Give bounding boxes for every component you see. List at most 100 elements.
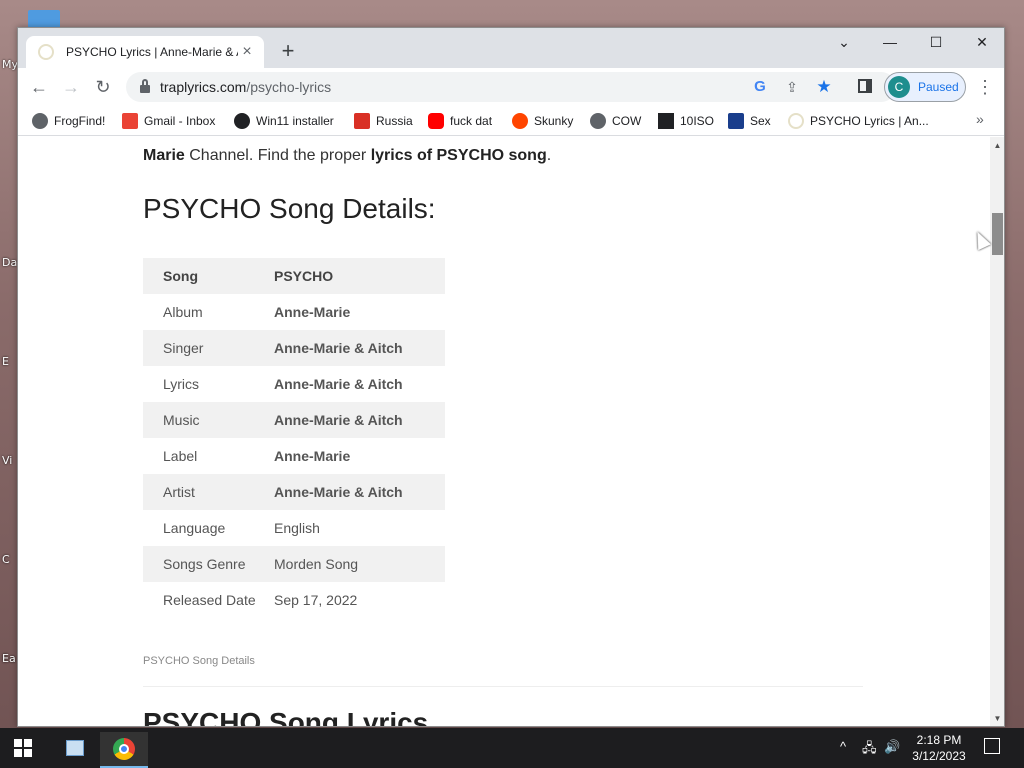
tab-search-button[interactable]: ⌄	[821, 28, 867, 56]
volume-icon[interactable]: 🔊	[884, 739, 900, 755]
url-text[interactable]: traplyrics.com/psycho-lyrics	[160, 79, 331, 95]
bookmark-label: Win11 installer	[256, 114, 334, 128]
desktop-icon-label[interactable]: E	[2, 355, 9, 368]
globe-icon	[590, 113, 606, 129]
bookmark-star-icon[interactable]: ★	[814, 77, 834, 97]
desktop-icon-label[interactable]: C	[2, 553, 10, 566]
table-value: Sep 17, 2022	[274, 592, 358, 609]
close-icon[interactable]: ×	[238, 43, 256, 61]
bookmark-label: 10ISO	[680, 114, 715, 128]
chrome-icon	[113, 738, 135, 760]
forward-button[interactable]: →	[58, 74, 84, 100]
notification-icon[interactable]	[984, 738, 1000, 754]
russia-icon	[354, 113, 370, 129]
tab-title: PSYCHO Lyrics | Anne-Marie & A	[66, 45, 238, 59]
taskbar-chrome-app[interactable]	[100, 732, 148, 768]
table-row: Songs Genre Morden Song	[143, 546, 445, 583]
close-window-button[interactable]: ✕	[959, 28, 1004, 56]
table-value: Anne-Marie	[274, 448, 351, 465]
desktop-icon-label[interactable]: Ea	[2, 652, 16, 665]
table-row: Song PSYCHO	[143, 258, 445, 295]
desktop-folder-icon[interactable]	[28, 10, 60, 28]
side-panel-icon[interactable]	[858, 79, 872, 93]
table-value: Anne-Marie	[274, 304, 351, 321]
taskbar: ^ 🖧 🔊 2:18 PM 3/12/2023	[0, 728, 1024, 768]
table-value: Morden Song	[274, 546, 445, 583]
table-key: Lyrics	[163, 376, 200, 393]
url-path: /psycho-lyrics	[246, 79, 332, 95]
table-key: Album	[163, 304, 203, 321]
page-viewport: Marie Channel. Find the proper lyrics of…	[18, 137, 990, 727]
table-row: Album Anne-Marie	[143, 294, 445, 330]
lock-icon[interactable]	[140, 79, 150, 93]
scroll-up-icon[interactable]: ▲	[990, 139, 1004, 153]
desktop-icon-label[interactable]: My	[2, 58, 18, 71]
page-scrollbar[interactable]: ▲ ▼	[990, 137, 1004, 726]
address-bar[interactable]: traplyrics.com/psycho-lyrics G ⇪ ★	[126, 72, 896, 102]
tab-active[interactable]: PSYCHO Lyrics | Anne-Marie & A ×	[26, 36, 264, 68]
desktop-icon-label[interactable]: Da	[2, 256, 17, 269]
table-row: Singer Anne-Marie & Aitch	[143, 330, 445, 367]
taskbar-clock[interactable]: 2:18 PM 3/12/2023	[900, 732, 978, 764]
table-key: Label	[163, 448, 198, 465]
scroll-down-icon[interactable]: ▼	[990, 712, 1004, 726]
minimize-button[interactable]: —	[867, 28, 913, 56]
building-icon	[658, 113, 674, 129]
table-value: Anne-Marie & Aitch	[274, 376, 403, 393]
table-key: Released Date	[163, 592, 256, 609]
avatar: C	[888, 76, 910, 98]
desktop-icon-label[interactable]: Vi	[2, 454, 12, 467]
intro-bold: Marie	[143, 147, 185, 164]
new-tab-button[interactable]: +	[276, 40, 300, 64]
page-heading: PSYCHO Song Details:	[143, 193, 436, 224]
table-value: Anne-Marie & Aitch	[274, 402, 445, 439]
bookmark-fuck-dat[interactable]: fuck dat	[428, 112, 492, 130]
bookmark-label: COW	[612, 114, 642, 128]
bookmark-cow[interactable]: COW	[590, 112, 641, 130]
bookmark-skunky[interactable]: Skunky	[512, 112, 573, 130]
bookmark-psycho-lyrics[interactable]: PSYCHO Lyrics | An...	[788, 112, 929, 130]
network-icon[interactable]: 🖧	[862, 739, 877, 761]
tray-chevron-icon[interactable]: ^	[840, 739, 846, 754]
clock-time: 2:18 PM	[916, 733, 962, 747]
share-icon[interactable]: ⇪	[782, 77, 802, 97]
bookmark-label: Russia	[376, 114, 413, 128]
bookmark-10iso[interactable]: 10ISO	[658, 112, 714, 130]
scroll-thumb[interactable]	[992, 213, 1003, 255]
table-row: Released Date Sep 17, 2022	[143, 582, 445, 618]
table-caption: PSYCHO Song Details	[143, 655, 255, 667]
bookmarks-more-icon[interactable]: »	[976, 111, 984, 127]
table-value: Anne-Marie & Aitch	[274, 330, 445, 367]
bookmark-win11-installer[interactable]: Win11 installer	[234, 112, 334, 130]
intro-span: Channel. Find the proper	[184, 147, 371, 164]
table-row: Music Anne-Marie & Aitch	[143, 402, 445, 439]
lyrics-heading: PSYCHO Song Lyrics	[143, 707, 429, 727]
back-button[interactable]: ←	[26, 74, 52, 100]
bookmark-frogfind[interactable]: FrogFind!	[32, 112, 105, 130]
table-key: Songs Genre	[143, 546, 274, 583]
bookmark-label: PSYCHO Lyrics | An...	[810, 114, 929, 128]
bookmark-label: Skunky	[534, 114, 574, 128]
taskbar-photos-app[interactable]	[50, 732, 98, 768]
start-button[interactable]	[14, 739, 32, 757]
profile-button[interactable]: C Paused	[884, 72, 966, 102]
bookmark-sex[interactable]: Sex	[728, 112, 771, 130]
table-row: Artist Anne-Marie & Aitch	[143, 474, 445, 511]
bookmark-label: Gmail - Inbox	[144, 114, 216, 128]
bookmark-gmail[interactable]: Gmail - Inbox	[122, 112, 215, 130]
bookmark-label: Sex	[750, 114, 771, 128]
bookmark-russia[interactable]: Russia	[354, 112, 413, 130]
table-value: English	[274, 520, 320, 537]
divider	[143, 686, 863, 687]
browser-toolbar: ← → ↻ traplyrics.com/psycho-lyrics G ⇪ ★…	[18, 68, 1004, 106]
intro-text: Marie Channel. Find the proper lyrics of…	[143, 147, 551, 165]
gmail-icon	[122, 113, 138, 129]
menu-icon[interactable]: ⋮	[976, 74, 994, 100]
google-icon[interactable]: G	[750, 77, 770, 97]
table-value: Anne-Marie & Aitch	[274, 474, 445, 511]
maximize-button[interactable]: ☐	[913, 28, 959, 56]
bookmarks-bar: FrogFind! Gmail - Inbox Win11 installer …	[18, 106, 1004, 136]
reload-button[interactable]: ↻	[90, 74, 116, 100]
clock-date: 3/12/2023	[912, 749, 966, 763]
s-icon	[728, 113, 744, 129]
